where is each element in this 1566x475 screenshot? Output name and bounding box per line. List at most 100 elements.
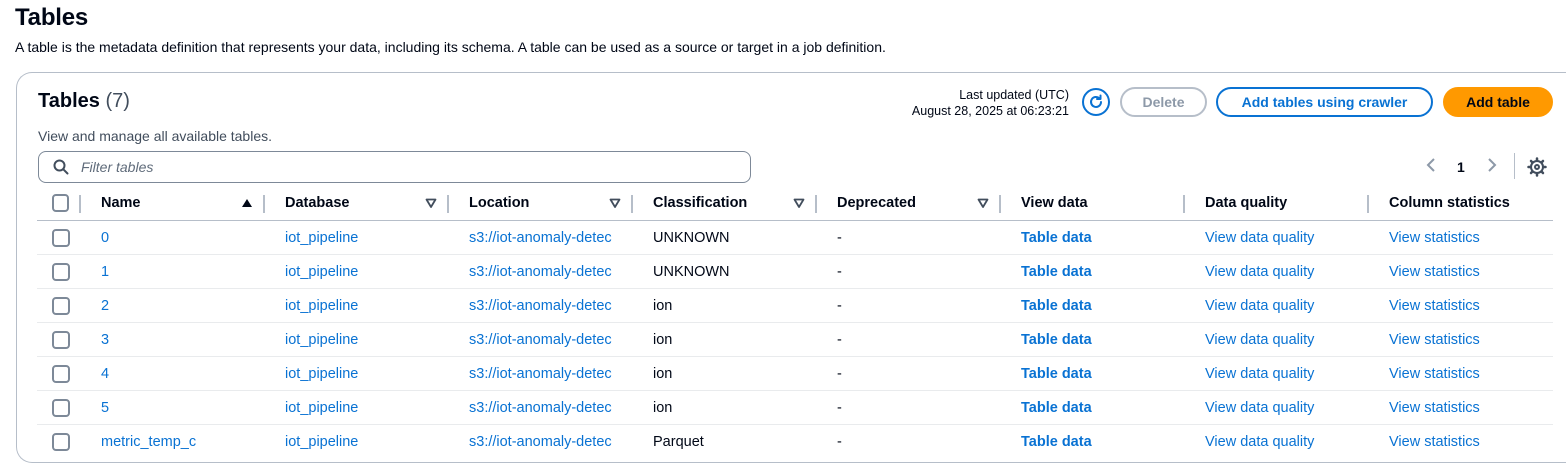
column-header-name[interactable]: Name bbox=[81, 186, 265, 221]
view-statistics-link[interactable]: View statistics bbox=[1369, 400, 1553, 416]
table-data-link[interactable]: Table data bbox=[1001, 400, 1185, 416]
gear-icon[interactable] bbox=[1527, 157, 1547, 177]
view-data-quality-link[interactable]: View data quality bbox=[1185, 230, 1369, 246]
column-header-label: Deprecated bbox=[837, 195, 916, 211]
database-link[interactable]: iot_pipeline bbox=[265, 264, 449, 280]
table-cell: iot_pipeline bbox=[265, 390, 449, 425]
refresh-icon bbox=[1090, 94, 1102, 108]
sort-unsorted-icon[interactable] bbox=[609, 197, 621, 209]
location-link[interactable]: s3://iot-anomaly-detec bbox=[449, 332, 617, 348]
table-cell: 1 bbox=[81, 254, 265, 289]
view-statistics-link[interactable]: View statistics bbox=[1369, 298, 1553, 314]
view-statistics-link[interactable]: View statistics bbox=[1369, 332, 1553, 348]
page-description: A table is the metadata definition that … bbox=[15, 39, 886, 55]
row-select-cell bbox=[37, 425, 81, 459]
add-table-button[interactable]: Add table bbox=[1443, 87, 1553, 117]
database-link[interactable]: iot_pipeline bbox=[265, 298, 449, 314]
table-name-link[interactable]: 4 bbox=[81, 366, 265, 382]
column-header-label: Classification bbox=[653, 195, 748, 211]
row-checkbox[interactable] bbox=[52, 262, 70, 281]
table-data-link[interactable]: Table data bbox=[1001, 230, 1185, 246]
column-header-database[interactable]: Database bbox=[265, 186, 449, 221]
table-cell: metric_temp_c bbox=[81, 425, 265, 459]
select-all-checkbox[interactable] bbox=[52, 194, 69, 212]
table-cell: iot_pipeline bbox=[265, 220, 449, 255]
table-cell: - bbox=[817, 425, 1001, 459]
database-link[interactable]: iot_pipeline bbox=[265, 230, 449, 246]
current-page-number[interactable]: 1 bbox=[1457, 159, 1465, 175]
row-checkbox[interactable] bbox=[52, 296, 70, 315]
table-cell: 4 bbox=[81, 356, 265, 391]
table-data-link[interactable]: Table data bbox=[1001, 264, 1185, 280]
location-link[interactable]: s3://iot-anomaly-detec bbox=[449, 366, 617, 382]
database-link[interactable]: iot_pipeline bbox=[265, 332, 449, 348]
delete-button[interactable]: Delete bbox=[1120, 87, 1207, 117]
table-name-link[interactable]: 1 bbox=[81, 264, 265, 280]
filter-tables-input[interactable] bbox=[79, 158, 723, 176]
database-link[interactable]: iot_pipeline bbox=[265, 400, 449, 416]
view-data-quality-link[interactable]: View data quality bbox=[1185, 400, 1369, 416]
row-checkbox[interactable] bbox=[52, 330, 70, 349]
location-link[interactable]: s3://iot-anomaly-detec bbox=[449, 434, 617, 450]
table-row: 2 iot_pipeline s3://iot-anomaly-detec ion - T… bbox=[37, 288, 1553, 323]
table-row: 0 iot_pipeline s3://iot-anomaly-detec UNKNO… bbox=[37, 220, 1553, 255]
table-cell: 2 bbox=[81, 288, 265, 323]
row-checkbox[interactable] bbox=[52, 364, 70, 383]
column-header-classification[interactable]: Classification bbox=[633, 186, 817, 221]
chevron-left-icon[interactable] bbox=[1425, 157, 1437, 178]
tables-panel: Tables (7) View and manage all available… bbox=[16, 72, 1566, 463]
location-link[interactable]: s3://iot-anomaly-detec bbox=[449, 298, 617, 314]
table-name-link[interactable]: 3 bbox=[81, 332, 265, 348]
refresh-button[interactable] bbox=[1082, 88, 1110, 116]
chevron-right-icon[interactable] bbox=[1486, 157, 1498, 178]
table-cell: s3://iot-anomaly-detec bbox=[449, 356, 633, 391]
view-data-quality-link[interactable]: View data quality bbox=[1185, 264, 1369, 280]
table-cell: - bbox=[817, 322, 1001, 357]
row-checkbox[interactable] bbox=[52, 398, 70, 417]
sort-ascending-icon[interactable] bbox=[241, 197, 253, 209]
location-link[interactable]: s3://iot-anomaly-detec bbox=[449, 230, 617, 246]
table-name-link[interactable]: 2 bbox=[81, 298, 265, 314]
column-header-deprecated[interactable]: Deprecated bbox=[817, 186, 1001, 221]
row-checkbox[interactable] bbox=[52, 228, 70, 247]
table-cell: View data quality bbox=[1185, 254, 1369, 289]
view-statistics-link[interactable]: View statistics bbox=[1369, 366, 1553, 382]
table-data-link[interactable]: Table data bbox=[1001, 332, 1185, 348]
table-cell: s3://iot-anomaly-detec bbox=[449, 220, 633, 255]
sort-unsorted-icon[interactable] bbox=[977, 197, 989, 209]
filter-tables-field[interactable] bbox=[38, 151, 751, 183]
add-tables-using-crawler-button[interactable]: Add tables using crawler bbox=[1216, 87, 1433, 117]
column-header-location[interactable]: Location bbox=[449, 186, 633, 221]
table-cell: s3://iot-anomaly-detec bbox=[449, 254, 633, 289]
deprecated-text: - bbox=[837, 365, 842, 382]
location-link[interactable]: s3://iot-anomaly-detec bbox=[449, 264, 617, 280]
table-row: 1 iot_pipeline s3://iot-anomaly-detec UNKNO… bbox=[37, 254, 1553, 289]
table-data-link[interactable]: Table data bbox=[1001, 434, 1185, 450]
database-link[interactable]: iot_pipeline bbox=[265, 366, 449, 382]
view-statistics-link[interactable]: View statistics bbox=[1369, 264, 1553, 280]
table-name-link[interactable]: 0 bbox=[81, 230, 265, 246]
sort-unsorted-icon[interactable] bbox=[425, 197, 437, 209]
table-data-link[interactable]: Table data bbox=[1001, 298, 1185, 314]
view-data-quality-link[interactable]: View data quality bbox=[1185, 298, 1369, 314]
row-checkbox[interactable] bbox=[52, 432, 70, 451]
table-cell: - bbox=[817, 356, 1001, 391]
panel-title: Tables (7) bbox=[38, 90, 130, 113]
table-data-link[interactable]: Table data bbox=[1001, 366, 1185, 382]
table-row: 4 iot_pipeline s3://iot-anomaly-detec ion - T… bbox=[37, 356, 1553, 391]
view-data-quality-link[interactable]: View data quality bbox=[1185, 434, 1369, 450]
classification-text: ion bbox=[653, 331, 673, 348]
table-cell: ion bbox=[633, 322, 817, 357]
view-statistics-link[interactable]: View statistics bbox=[1369, 434, 1553, 450]
location-link[interactable]: s3://iot-anomaly-detec bbox=[449, 400, 617, 416]
table-name-link[interactable]: 5 bbox=[81, 400, 265, 416]
database-link[interactable]: iot_pipeline bbox=[265, 434, 449, 450]
table-name-link[interactable]: metric_temp_c bbox=[81, 434, 265, 450]
table-cell: View statistics bbox=[1369, 322, 1553, 357]
view-data-quality-link[interactable]: View data quality bbox=[1185, 366, 1369, 382]
deprecated-text: - bbox=[837, 399, 842, 416]
view-data-quality-link[interactable]: View data quality bbox=[1185, 332, 1369, 348]
view-statistics-link[interactable]: View statistics bbox=[1369, 230, 1553, 246]
sort-unsorted-icon[interactable] bbox=[793, 197, 805, 209]
column-header-view-data: View data bbox=[1001, 186, 1185, 221]
